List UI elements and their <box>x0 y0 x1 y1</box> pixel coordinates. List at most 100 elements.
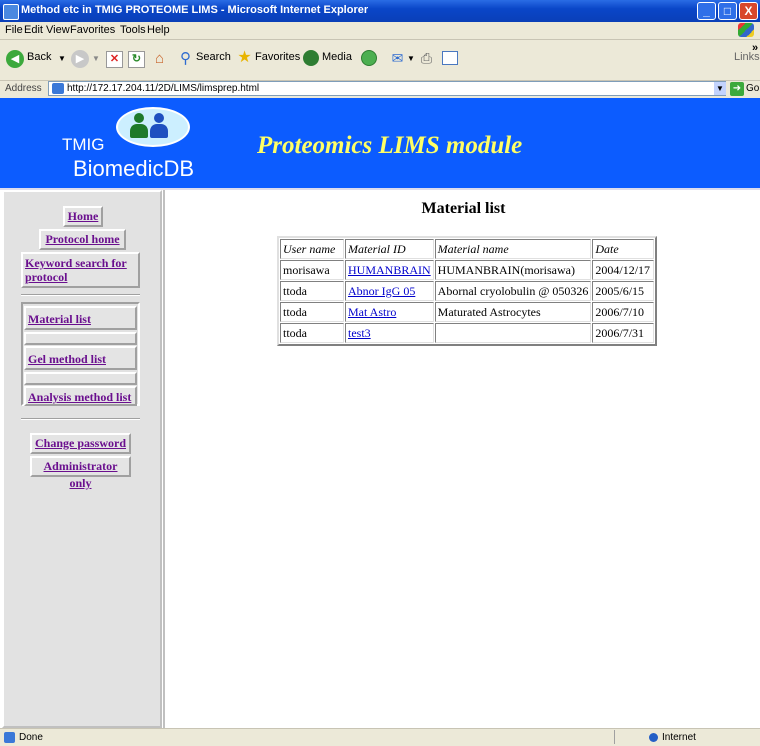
list-links-group: Material list Gel method list Analysis m… <box>21 302 140 406</box>
minimize-button[interactable]: _ <box>697 2 716 20</box>
favorites-star-icon[interactable]: ★ <box>236 49 253 66</box>
home-icon[interactable]: ⌂ <box>151 50 168 67</box>
menu-favorites[interactable]: Favorites <box>70 24 115 36</box>
search-button[interactable]: Search <box>196 51 231 63</box>
header-banner: TMIG BiomedicDB Proteomics LIMS module <box>0 98 760 190</box>
column-header-user-name: User name <box>280 239 344 259</box>
sidebar: Home Protocol home Keyword search for pr… <box>2 190 162 728</box>
address-bar: Address http://172.17.204.11/2D/LIMS/lim… <box>0 81 760 98</box>
sidebar-divider <box>21 294 140 296</box>
empty-slot <box>24 332 137 345</box>
main-panel: Material list User name Material ID Mate… <box>163 190 760 728</box>
status-text: Done <box>19 732 43 743</box>
table-header-row: User name Material ID Material name Date <box>280 239 655 259</box>
cell-date: 2005/6/15 <box>592 281 655 301</box>
logo-text-tmig: TMIG <box>62 135 105 154</box>
back-button[interactable]: Back <box>27 51 51 63</box>
protocol-home-link[interactable]: Protocol home <box>39 229 126 250</box>
menu-edit[interactable]: Edit <box>24 24 43 36</box>
page-title: Material list <box>421 200 506 217</box>
status-divider <box>614 730 615 744</box>
search-icon[interactable]: ⚲ <box>177 50 194 67</box>
keyword-search-line2: protocol <box>25 270 68 284</box>
toolbar-overflow-chevron[interactable]: » <box>752 42 758 54</box>
cell-material-id: Mat Astro <box>345 302 434 322</box>
logo-people-icon <box>116 107 190 147</box>
cell-user-name: ttoda <box>280 323 344 343</box>
ie-app-icon <box>3 4 19 20</box>
cell-date: 2006/7/31 <box>592 323 655 343</box>
cell-material-name: HUMANBRAIN(morisawa) <box>434 260 592 280</box>
page-done-icon <box>4 732 15 743</box>
page-content: TMIG BiomedicDB Proteomics LIMS module H… <box>0 98 760 728</box>
cell-user-name: ttoda <box>280 281 344 301</box>
page-icon <box>52 83 64 94</box>
material-id-link[interactable]: Mat Astro <box>348 305 396 319</box>
status-bar: Done Internet <box>0 728 760 746</box>
material-id-link[interactable]: test3 <box>348 326 371 340</box>
media-icon[interactable] <box>303 50 319 66</box>
address-label: Address <box>5 83 42 94</box>
cell-material-id: Abnor IgG 05 <box>345 281 434 301</box>
cell-material-name: Abornal cryolobulin @ 050326 <box>434 281 592 301</box>
mail-icon[interactable]: ✉ <box>389 50 406 66</box>
material-list-link[interactable]: Material list <box>24 306 137 330</box>
go-arrow-icon[interactable]: ➜ <box>730 82 744 96</box>
window-title: Method etc in TMIG PROTEOME LIMS - Micro… <box>21 4 369 16</box>
table-row: ttoda Mat Astro Maturated Astrocytes 200… <box>280 302 655 322</box>
material-id-link[interactable]: Abnor IgG 05 <box>348 284 415 298</box>
table-row: morisawa HUMANBRAIN HUMANBRAIN(morisawa)… <box>280 260 655 280</box>
refresh-icon[interactable]: ↻ <box>128 51 145 68</box>
menu-file[interactable]: File <box>5 24 23 36</box>
address-dropdown-icon[interactable]: ▼ <box>714 82 726 95</box>
cell-material-name: Maturated Astrocytes <box>434 302 592 322</box>
stop-icon[interactable]: ✕ <box>106 51 123 68</box>
mail-dropdown-icon[interactable]: ▼ <box>407 54 415 63</box>
history-icon[interactable] <box>361 50 377 66</box>
keyword-search-line1: Keyword search for <box>25 256 127 270</box>
change-password-link[interactable]: Change password <box>30 433 131 454</box>
sidebar-divider <box>21 418 140 420</box>
cell-material-name <box>434 323 592 343</box>
keyword-search-link[interactable]: Keyword search for protocol <box>21 252 140 288</box>
back-dropdown-icon[interactable]: ▼ <box>58 54 66 63</box>
print-icon[interactable]: ⎙ <box>418 50 435 66</box>
cell-user-name: morisawa <box>280 260 344 280</box>
empty-slot <box>24 372 137 385</box>
address-url[interactable]: http://172.17.204.11/2D/LIMS/limsprep.ht… <box>67 83 259 94</box>
windows-logo-icon <box>738 23 754 37</box>
window-title-bar: Method etc in TMIG PROTEOME LIMS - Micro… <box>0 0 760 22</box>
column-header-material-name: Material name <box>434 239 592 259</box>
close-button[interactable]: X <box>739 2 758 20</box>
toolbar: ◀ Back ▼ ▶ ▼ ✕ ↻ ⌂ ⚲ Search ★ Favorites … <box>0 40 760 81</box>
edit-page-icon[interactable] <box>442 51 458 65</box>
menu-tools[interactable]: Tools <box>120 24 146 36</box>
favorites-button[interactable]: Favorites <box>255 51 300 63</box>
forward-dropdown-icon[interactable]: ▼ <box>92 54 100 63</box>
column-header-date: Date <box>592 239 655 259</box>
banner-title: Proteomics LIMS module <box>257 132 523 159</box>
material-table: User name Material ID Material name Date… <box>277 236 658 346</box>
table-row: ttoda test3 2006/7/31 <box>280 323 655 343</box>
cell-date: 2004/12/17 <box>592 260 655 280</box>
gel-method-list-link[interactable]: Gel method list <box>24 346 137 370</box>
administrator-only-link[interactable]: Administrator only <box>30 456 131 490</box>
maximize-button[interactable]: □ <box>718 2 737 20</box>
media-button[interactable]: Media <box>322 51 352 63</box>
forward-arrow-icon[interactable]: ▶ <box>71 50 89 68</box>
cell-user-name: ttoda <box>280 302 344 322</box>
analysis-method-list-link[interactable]: Analysis method list <box>24 386 137 406</box>
logo-text-biomedicdb: BiomedicDB <box>73 156 195 181</box>
address-input[interactable]: http://172.17.204.11/2D/LIMS/limsprep.ht… <box>48 81 726 96</box>
material-id-link[interactable]: HUMANBRAIN <box>348 263 431 277</box>
column-header-material-id: Material ID <box>345 239 434 259</box>
back-arrow-icon[interactable]: ◀ <box>6 50 24 68</box>
table-row: ttoda Abnor IgG 05 Abornal cryolobulin @… <box>280 281 655 301</box>
home-link[interactable]: Home <box>63 206 103 227</box>
security-zone-text: Internet <box>662 732 696 743</box>
menu-help[interactable]: Help <box>147 24 170 36</box>
menu-bar: File Edit View Favorites Tools Help <box>0 22 760 40</box>
go-button[interactable]: Go <box>746 83 759 94</box>
menu-view[interactable]: View <box>46 24 70 36</box>
cell-date: 2006/7/10 <box>592 302 655 322</box>
